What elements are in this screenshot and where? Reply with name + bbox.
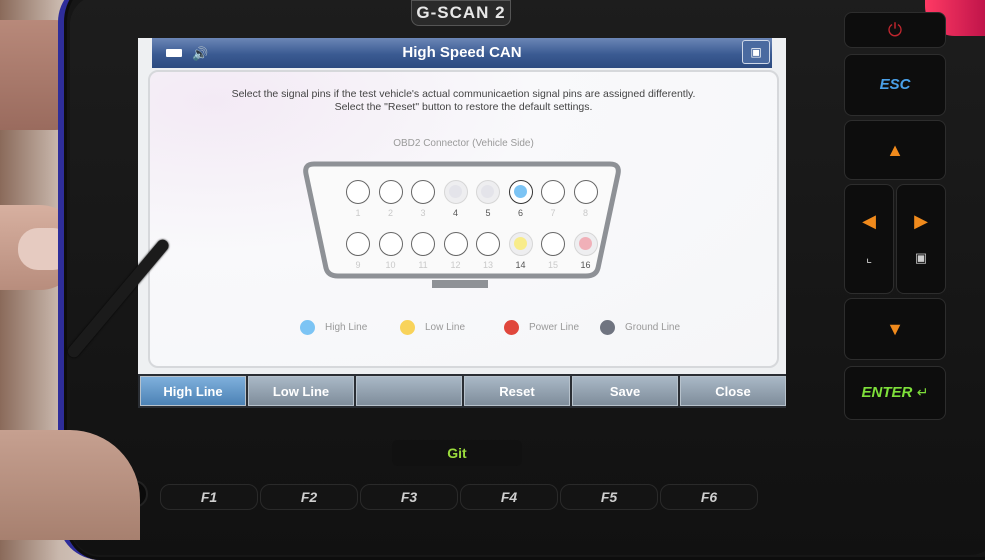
page-title: High Speed CAN [402, 44, 522, 61]
power-key[interactable]: ⏻ [844, 12, 946, 48]
pin-7[interactable] [541, 180, 565, 204]
git-logo: Git [392, 440, 522, 466]
pin-11[interactable] [411, 232, 435, 256]
close-button[interactable]: Close [680, 376, 786, 406]
legend-high-line: High Line [300, 320, 367, 335]
f4-key[interactable]: F4 [460, 484, 558, 510]
pin-16[interactable] [573, 232, 598, 256]
arrow-up-icon: ▲ [886, 140, 904, 160]
connector-label: OBD2 Connector (Vehicle Side) [393, 138, 534, 149]
pin-5[interactable] [476, 180, 500, 204]
pin-3[interactable] [411, 180, 435, 204]
pin-config-panel: Select the signal pins if the test vehic… [148, 70, 779, 368]
pin-number: 8 [582, 208, 588, 218]
pin-number: 10 [385, 260, 396, 270]
instruction-line-2: Select the "Reset" button to restore the… [334, 101, 593, 113]
pin-13[interactable] [476, 232, 500, 256]
pin-14[interactable] [508, 232, 533, 256]
pin-6[interactable] [508, 180, 533, 204]
legend-ground-line: Ground Line [600, 320, 680, 335]
brand-logo: G-SCAN 2 [411, 0, 511, 26]
pin-number: 3 [420, 208, 426, 218]
enter-label: ENTER [861, 384, 913, 401]
arrow-down-icon: ▼ [886, 319, 904, 339]
low-line-button[interactable]: Low Line [248, 376, 354, 406]
pin-2[interactable] [378, 180, 403, 204]
reset-button[interactable]: Reset [464, 376, 570, 406]
function-button-bar: High Line Low Line Reset Save Close [138, 374, 786, 408]
legend-power-line: Power Line [504, 320, 579, 335]
pin-number: 13 [482, 260, 493, 270]
f3-key[interactable]: F3 [360, 484, 458, 510]
ground-line-swatch [600, 320, 615, 335]
back-icon: ⌞ [865, 250, 873, 265]
down-key[interactable]: ▼ [844, 298, 946, 360]
pin-16-signal-dot [578, 237, 592, 250]
power-icon: ⏻ [887, 20, 903, 40]
f6-key[interactable]: F6 [660, 484, 758, 510]
pin-14-signal-dot [513, 237, 527, 250]
low-line-swatch [400, 320, 415, 335]
pin-6-signal-dot [513, 185, 527, 198]
f2-key[interactable]: F2 [260, 484, 358, 510]
screen: 🔊 High Speed CAN ▣ Select the signal pin… [138, 38, 786, 408]
pin-number: 16 [580, 260, 591, 270]
f1-key[interactable]: F1 [160, 484, 258, 510]
save-button[interactable]: Save [572, 376, 678, 406]
arrow-left-icon: ◀ [862, 211, 876, 231]
pin-number: 6 [517, 208, 523, 218]
empty-button[interactable] [356, 376, 462, 406]
pin-number: 15 [547, 260, 558, 270]
pin-number: 2 [387, 208, 393, 218]
up-key[interactable]: ▲ [844, 120, 946, 180]
pin-9[interactable] [346, 232, 370, 256]
esc-label: ESC [879, 76, 911, 93]
pin-4[interactable] [443, 180, 468, 204]
pin-12[interactable] [443, 232, 468, 256]
instruction-line-1: Select the signal pins if the test vehic… [231, 88, 696, 100]
title-bar: 🔊 High Speed CAN ▣ [152, 38, 772, 68]
right-key[interactable]: ▶ ▣ [896, 184, 946, 294]
pin-number: 14 [515, 260, 526, 270]
pin-5-signal-dot [481, 185, 494, 198]
pin-number: 4 [452, 208, 458, 218]
pin-1[interactable] [346, 180, 370, 204]
high-line-button[interactable]: High Line [140, 376, 246, 406]
arrow-right-icon: ▶ [914, 211, 928, 231]
pin-number: 5 [485, 208, 491, 218]
pin-number: 7 [550, 208, 556, 218]
pin-10[interactable] [378, 232, 403, 256]
obd2-connector: 1 2 3 4 5 6 7 8 9 10 11 12 13 14 15 16 [302, 158, 622, 288]
screen-capture-icon[interactable]: ▣ [742, 40, 770, 64]
power-line-swatch [504, 320, 519, 335]
hard-keys: ⏻ ESC ▲ ◀ ⌞ ▶ ▣ ▼ ENTER ↵ [838, 8, 950, 428]
enter-icon: ↵ [916, 384, 929, 400]
pin-number: 1 [355, 208, 361, 218]
legend-low-line: Low Line [400, 320, 465, 335]
capture-key-icon: ▣ [914, 250, 928, 265]
pin-number: 12 [450, 260, 461, 270]
pin-15[interactable] [541, 232, 565, 256]
esc-key[interactable]: ESC [844, 54, 946, 116]
pin-number: 11 [418, 260, 428, 270]
left-key[interactable]: ◀ ⌞ [844, 184, 894, 294]
pin-number: 9 [355, 260, 361, 270]
high-line-swatch [300, 320, 315, 335]
function-keys: F1 F2 F3 F4 F5 F6 [160, 484, 760, 510]
connector-tab [432, 280, 488, 288]
pin-4-signal-dot [448, 185, 462, 198]
enter-key[interactable]: ENTER ↵ [844, 366, 946, 420]
pin-8[interactable] [573, 180, 598, 204]
instructions: Select the signal pins if the test vehic… [150, 88, 777, 114]
f5-key[interactable]: F5 [560, 484, 658, 510]
